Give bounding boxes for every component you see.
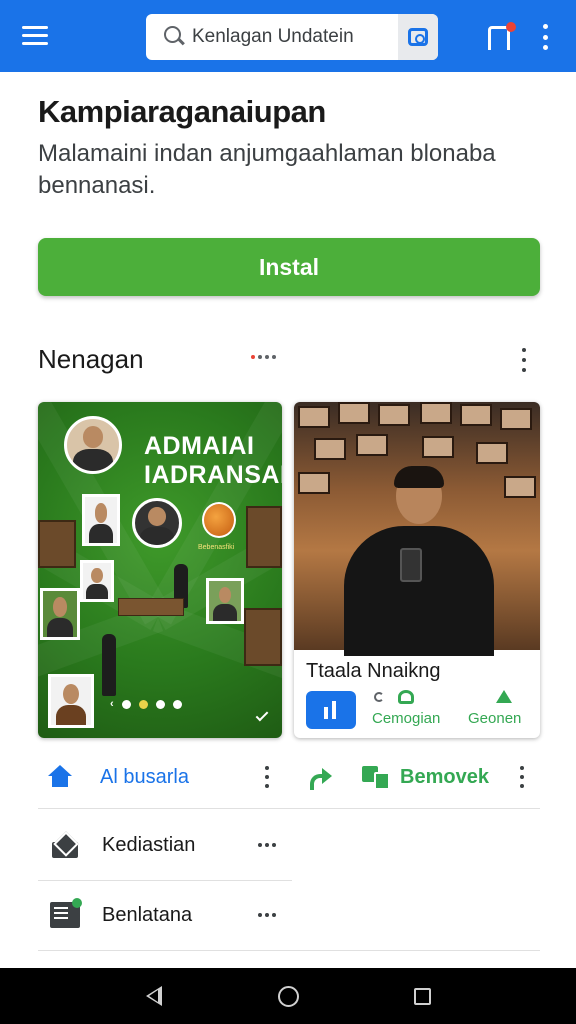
shelf-image	[38, 520, 76, 568]
upload-button[interactable]: Geonen	[468, 688, 532, 732]
person-image	[334, 466, 504, 656]
document-icon	[50, 898, 82, 928]
search-icon	[164, 26, 186, 48]
action-row: Al busarla Bemovek	[38, 748, 540, 806]
app-description: Malamaini indan anjumgaahlaman blonaba b…	[38, 140, 496, 199]
list-item-label: Kediastian	[102, 834, 196, 856]
cafe-photo	[294, 402, 540, 656]
portrait-image	[48, 674, 94, 728]
more-vertical-icon[interactable]	[264, 766, 270, 788]
remove-link[interactable]: Bemovek	[400, 766, 489, 789]
fruit-caption: Bebenasfiki	[198, 544, 235, 551]
divider	[38, 950, 540, 951]
more-horizontal-icon[interactable]	[258, 843, 276, 847]
card-actions: Cemogian Geonen	[306, 688, 532, 732]
notification-button[interactable]	[488, 22, 516, 52]
home-button-icon[interactable]	[278, 986, 299, 1007]
stats-button[interactable]	[306, 691, 356, 729]
fruit-image	[202, 502, 236, 538]
community-label: Cemogian	[372, 710, 441, 727]
figure-image	[102, 634, 116, 696]
mail-icon	[52, 834, 78, 858]
podium-image	[118, 598, 184, 616]
check-icon	[255, 708, 269, 722]
back-icon[interactable]	[146, 986, 162, 1006]
refresh-icon	[374, 692, 384, 702]
portrait-image	[82, 494, 120, 546]
more-vertical-icon[interactable]	[538, 24, 552, 50]
more-vertical-icon[interactable]	[519, 766, 525, 788]
carousel-prev-icon[interactable]: ‹	[110, 698, 114, 710]
community-button[interactable]: Cemogian	[372, 688, 452, 732]
carousel-indicator[interactable]: ‹	[110, 698, 182, 710]
top-app-bar	[0, 0, 576, 72]
card-headline: ADMAIAI IADRANSAI	[144, 432, 282, 490]
list-item[interactable]: Kediastian	[38, 810, 292, 880]
chat-icon[interactable]	[362, 766, 390, 790]
share-icon[interactable]	[308, 766, 334, 790]
home-icon[interactable]	[48, 765, 72, 787]
system-nav-bar	[0, 968, 576, 1024]
community-icon	[398, 690, 414, 704]
upload-icon	[496, 690, 512, 703]
install-button[interactable]: Instal	[38, 238, 540, 296]
notification-badge	[506, 22, 516, 32]
camera-button[interactable]	[398, 14, 438, 60]
list-item[interactable]: Benlatana	[38, 880, 292, 950]
list-item-label: Benlatana	[102, 904, 193, 926]
search-input[interactable]	[192, 26, 392, 48]
camera-icon	[408, 28, 428, 46]
promo-card-right[interactable]: Ttaala Nnaikng Cemogian Geonen	[294, 402, 540, 738]
portrait-image	[132, 498, 182, 548]
app-title: Kampiaraganaiupan	[38, 94, 326, 129]
home-link[interactable]: Al busarla	[100, 766, 189, 789]
shelf-image	[246, 506, 282, 568]
shelf-image	[244, 608, 282, 666]
portrait-image	[80, 560, 114, 602]
section-indicator-icon	[251, 355, 276, 359]
search-bar[interactable]	[146, 14, 438, 60]
portrait-image	[64, 416, 122, 474]
card-caption: Ttaala Nnaikng	[306, 660, 441, 682]
section-title: Nenagan	[38, 344, 144, 374]
bar-chart-icon	[322, 701, 340, 719]
portrait-image	[206, 578, 244, 624]
card-headline-line-2: IADRANSAI	[144, 461, 282, 489]
more-horizontal-icon[interactable]	[258, 913, 276, 917]
recent-apps-icon[interactable]	[414, 988, 431, 1005]
portrait-image	[40, 588, 80, 640]
upload-label: Geonen	[468, 710, 522, 727]
card-headline-line-1: ADMAIAI	[144, 432, 255, 460]
promo-card-left[interactable]: ADMAIAI IADRANSAI Bebenasfiki ‹	[38, 402, 282, 738]
section-more-icon[interactable]	[520, 348, 528, 372]
divider	[38, 808, 540, 809]
menu-icon[interactable]	[22, 26, 48, 46]
